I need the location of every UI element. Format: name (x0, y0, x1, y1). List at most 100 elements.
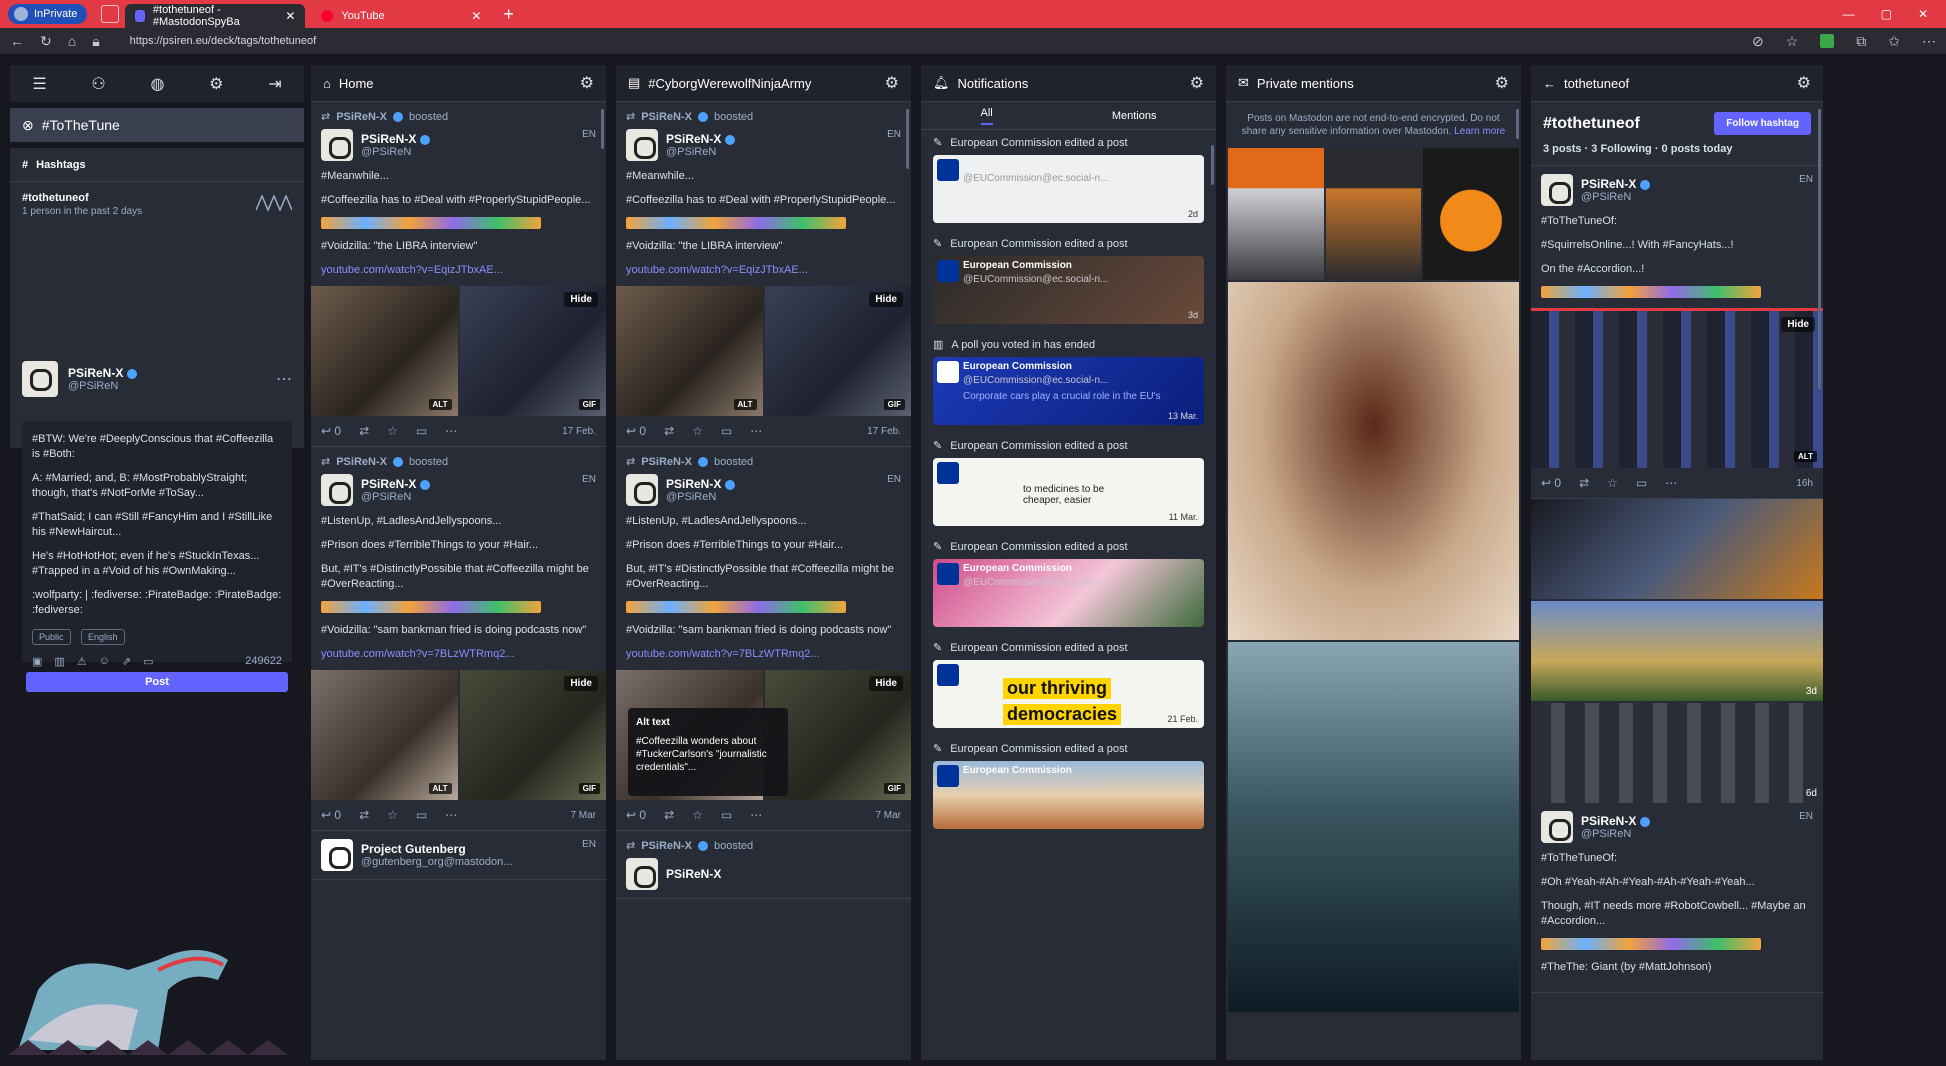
avatar[interactable] (321, 129, 353, 161)
avatar[interactable] (321, 474, 353, 506)
column-header[interactable]: ▤ #CyborgWerewolfNinjaArmy ⚙ (616, 65, 911, 102)
column-header[interactable]: 🔔︎ Notifications ⚙ (921, 65, 1216, 102)
people-icon[interactable]: ⚇ (91, 74, 105, 94)
notification-card[interactable]: to medicines to be cheaper, easier 11 Mar… (933, 458, 1204, 526)
notification-item[interactable]: ✎ European Commission edited a post to me… (921, 433, 1216, 526)
settings-icon[interactable]: ⚙ (209, 74, 223, 94)
avatar[interactable] (626, 858, 658, 890)
close-tab-icon[interactable]: ✕ (471, 9, 481, 23)
gif-badge[interactable]: GIF (883, 783, 905, 794)
hide-media-button[interactable]: Hide (1781, 317, 1815, 332)
favourite-icon[interactable]: ☆ (1607, 476, 1618, 490)
media-image[interactable]: ALT (616, 286, 763, 416)
avatar[interactable] (626, 474, 658, 506)
menu-icon[interactable]: ☰ (32, 74, 46, 94)
column-header[interactable]: ✉ Private mentions ⚙ (1226, 65, 1521, 102)
bookmark-icon[interactable]: ▭ (416, 424, 427, 438)
warning-icon[interactable]: ⚠ (77, 655, 87, 668)
poll-icon[interactable]: ▥ (54, 655, 64, 668)
alt-badge[interactable]: ALT (1794, 451, 1817, 462)
bookmark-icon[interactable]: ▭ (1636, 476, 1647, 490)
extension-icon[interactable] (1820, 34, 1835, 48)
media-gallery[interactable]: Hide ALT (1531, 308, 1823, 468)
media-image[interactable] (1531, 499, 1823, 599)
notification-card[interactable]: our thriving democracies 21 Feb. (933, 660, 1204, 728)
collections-icon[interactable]: ✩ (1888, 33, 1900, 50)
status[interactable]: ⇄ PSiReN-X boosted PSiReN-X (616, 831, 911, 899)
notification-item[interactable]: ✎ European Commission edited a post @EUCo… (921, 130, 1216, 223)
notification-card[interactable]: European Commission @EUCommission@ec.soci… (933, 761, 1204, 829)
active-hashtag[interactable]: ⊗ #ToTheTune (10, 108, 304, 142)
favourite-icon[interactable]: ☆ (692, 424, 703, 438)
media-image[interactable]: 6d (1531, 703, 1823, 803)
home-icon[interactable]: ⌂ (68, 33, 76, 49)
column-settings-icon[interactable]: ⚙ (1797, 73, 1811, 93)
column-header[interactable]: ⌂ Home ⚙ (311, 65, 606, 102)
timestamp[interactable]: 17 Feb. (562, 426, 596, 437)
media-image[interactable] (1228, 642, 1519, 1012)
boost-icon[interactable]: ⇄ (664, 424, 674, 438)
notification-card[interactable]: European Commission @EUCommission@ec.soci… (933, 559, 1204, 627)
media-image[interactable]: Hide GIF (459, 670, 606, 800)
more-icon[interactable]: ⋯ (445, 808, 457, 822)
reply-icon[interactable]: ↩ 0 (626, 808, 646, 822)
image-icon[interactable]: ▣ (32, 655, 42, 668)
hide-media-button[interactable]: Hide (564, 292, 598, 307)
timestamp[interactable]: 16h (1796, 478, 1813, 489)
gif-badge[interactable]: GIF (883, 399, 905, 410)
notification-item[interactable]: ✎ European Commission edited a post Europ… (921, 736, 1216, 829)
status[interactable]: PSiReN-X @PSiReN EN #ToTheTuneOf: #Squir… (1531, 166, 1823, 499)
notification-card[interactable]: @EUCommission@ec.social-n... 2d (933, 155, 1204, 223)
media-image[interactable] (1423, 148, 1520, 280)
media-gallery[interactable]: ALT Hide GIF (616, 286, 911, 416)
boost-icon[interactable]: ⇄ (359, 808, 369, 822)
timestamp[interactable]: 17 Feb. (867, 426, 901, 437)
composer-textarea[interactable]: #BTW: We're #DeeplyConscious that #Coffe… (22, 422, 292, 668)
scrollbar[interactable] (1818, 109, 1821, 389)
media-image[interactable]: Hide GIF (459, 286, 606, 416)
more-icon[interactable]: ⋯ (445, 424, 457, 438)
language-button[interactable]: English (80, 629, 125, 645)
hide-media-button[interactable]: Hide (869, 676, 903, 691)
boost-icon[interactable]: ⇄ (664, 808, 674, 822)
notification-item[interactable]: ✎ European Commission edited a post Europ… (921, 534, 1216, 627)
status[interactable]: ⇄ PSiReN-X boosted PSiReN-X @PSiReN EN #Me… (616, 102, 911, 447)
learn-more-link[interactable]: Learn more (1454, 126, 1505, 137)
media-gallery[interactable]: Hide GIF Alt text #Coffeezilla wonders ab… (616, 670, 911, 800)
reply-icon[interactable]: ↩ 0 (626, 424, 646, 438)
bookmark-icon[interactable]: ▭ (721, 424, 732, 438)
media-image[interactable]: ALT (311, 670, 458, 800)
url-field[interactable]: https://psiren.eu/deck/tags/tothetuneof (130, 35, 317, 47)
favorite-star-icon[interactable]: ☆ (1786, 33, 1799, 50)
close-icon[interactable]: ⊗ (22, 117, 34, 134)
visibility-button[interactable]: Public (32, 629, 71, 645)
avatar[interactable] (626, 129, 658, 161)
maximize-icon[interactable]: ▢ (1881, 7, 1892, 21)
link-preview[interactable]: youtube.com/watch?v=EqizJTbxAE... (321, 263, 596, 278)
favourite-icon[interactable]: ☆ (387, 808, 398, 822)
trending-hashtag[interactable]: #tothetuneof 1 person in the past 2 days (10, 182, 304, 227)
media-image[interactable]: Hide GIF (764, 286, 911, 416)
link-preview[interactable]: youtube.com/watch?v=EqizJTbxAE... (626, 263, 901, 278)
inprivate-badge[interactable]: InPrivate (8, 4, 88, 24)
hide-media-button[interactable]: Hide (564, 676, 598, 691)
refresh-icon[interactable]: ↻ (40, 33, 52, 50)
gif-badge[interactable]: GIF (578, 783, 600, 794)
column-settings-icon[interactable]: ⚙ (1190, 73, 1204, 93)
menu-dots-icon[interactable]: ⋯ (1922, 33, 1936, 50)
tab-actions-icon[interactable] (101, 5, 120, 23)
notification-item[interactable]: ✎ European Commission edited a post our t… (921, 635, 1216, 728)
tab-mentions[interactable]: Mentions (1112, 110, 1157, 122)
tab-all[interactable]: All (980, 107, 993, 125)
status[interactable]: Project Gutenberg @gutenberg_org@mastodon… (311, 831, 606, 880)
scrollbar[interactable] (601, 109, 604, 149)
scrollbar[interactable] (1516, 109, 1519, 139)
extensions-icon[interactable]: ⧉ (1856, 33, 1866, 50)
hide-media-button[interactable]: Hide (869, 292, 903, 307)
more-icon[interactable]: ⋯ (1665, 476, 1677, 490)
reply-icon[interactable]: ↩ 0 (321, 424, 341, 438)
status[interactable]: ⇄ PSiReN-X boosted PSiReN-X @PSiReN EN #Me… (311, 102, 606, 447)
bookmark-icon[interactable]: ▭ (416, 808, 427, 822)
post-button[interactable]: Post (26, 672, 288, 692)
logout-icon[interactable]: ⇥ (268, 74, 281, 94)
